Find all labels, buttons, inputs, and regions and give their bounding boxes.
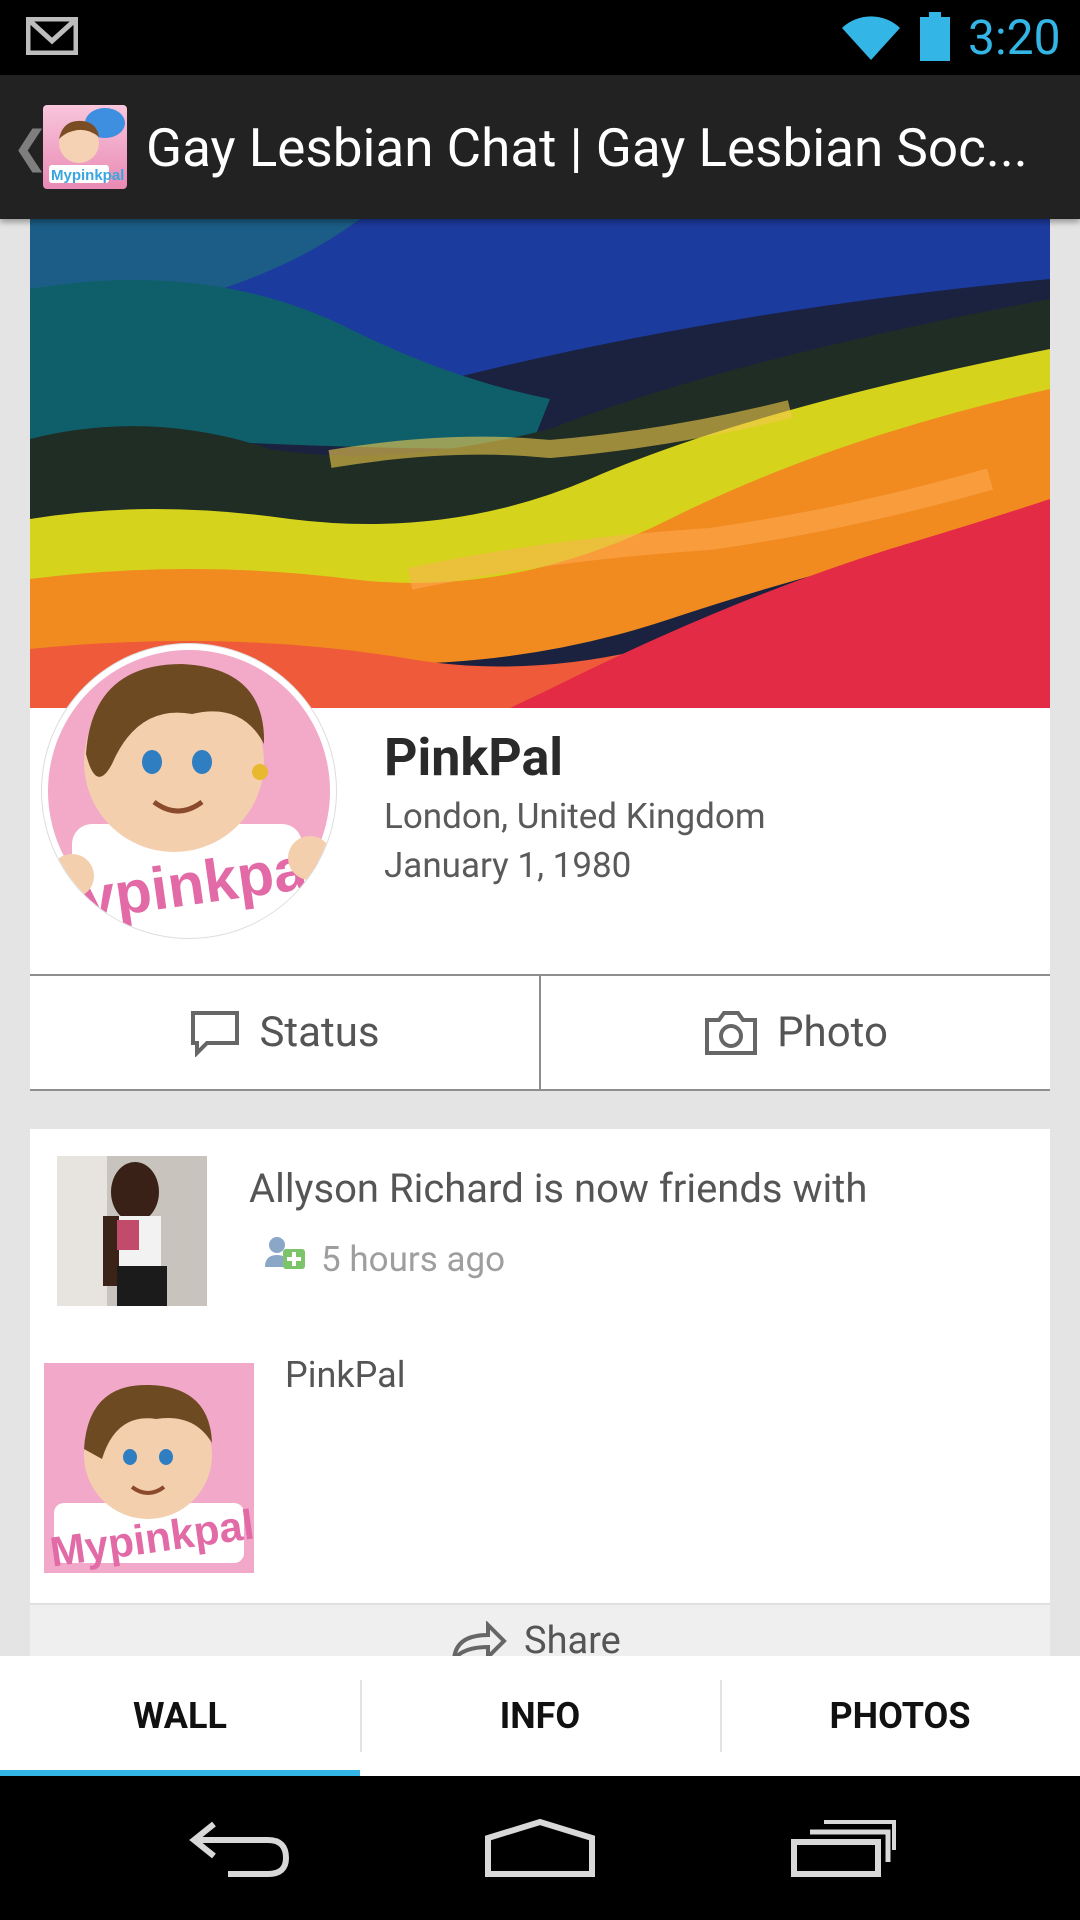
post-actions: Status Photo — [30, 974, 1050, 1091]
navigation-bar — [0, 1776, 1080, 1920]
recent-apps-icon[interactable] — [790, 1818, 898, 1878]
camera-icon — [705, 1010, 758, 1055]
app-title: Gay Lesbian Chat | Gay Lesbian Soc... — [146, 117, 1028, 179]
wifi-icon — [842, 16, 900, 60]
photo-button[interactable]: Photo — [539, 976, 1050, 1089]
status-bar: 3:20 — [0, 0, 1080, 75]
comment-icon — [191, 1010, 240, 1057]
tab-info-label: INFO — [499, 1695, 581, 1737]
profile-birthday: January 1, 1980 — [384, 845, 632, 886]
friend-add-icon — [265, 1237, 305, 1269]
app-logo-text: Mypinkpal — [51, 167, 124, 184]
profile-card: ypinkpal PinkPal London, United Kingdom … — [30, 219, 1050, 1091]
tab-photos[interactable]: PHOTOS — [720, 1656, 1080, 1776]
feed-time: 5 hours ago — [321, 1239, 506, 1280]
profile-name: PinkPal — [384, 727, 564, 788]
tab-info[interactable]: INFO — [360, 1656, 720, 1776]
tab-wall-label: WALL — [133, 1695, 227, 1737]
action-bar: ❮ Mypinkpal Gay Lesbian Chat | Gay Lesbi… — [0, 75, 1080, 219]
share-label: Share — [524, 1619, 621, 1661]
friend-avatar[interactable] — [57, 1156, 207, 1306]
share-button[interactable]: Share — [30, 1603, 1050, 1661]
app-logo[interactable]: Mypinkpal — [43, 105, 127, 189]
gmail-icon — [26, 17, 78, 55]
tab-active-indicator — [0, 1770, 360, 1776]
status-button-label: Status — [259, 1008, 380, 1057]
clock: 3:20 — [968, 9, 1061, 66]
photo-button-label: Photo — [777, 1008, 888, 1057]
tab-wall[interactable]: WALL — [0, 1656, 360, 1776]
cover-photo[interactable] — [30, 219, 1050, 708]
friend-profile-thumb[interactable]: Mypinkpal — [44, 1363, 254, 1573]
tab-photos-label: PHOTOS — [829, 1695, 971, 1737]
home-icon[interactable] — [484, 1818, 596, 1878]
feed-item: Allyson Richard is now friends with 5 ho… — [30, 1129, 1050, 1661]
status-button[interactable]: Status — [30, 976, 539, 1089]
feed-text: Allyson Richard is now friends with — [249, 1165, 868, 1212]
profile-avatar[interactable]: ypinkpal — [42, 644, 336, 938]
back-icon[interactable] — [188, 1818, 292, 1878]
profile-location: London, United Kingdom — [384, 796, 766, 837]
share-icon — [451, 1621, 507, 1661]
battery-icon — [920, 12, 950, 61]
friend-name[interactable]: PinkPal — [285, 1354, 405, 1396]
tab-bar: WALL INFO PHOTOS — [0, 1656, 1080, 1776]
